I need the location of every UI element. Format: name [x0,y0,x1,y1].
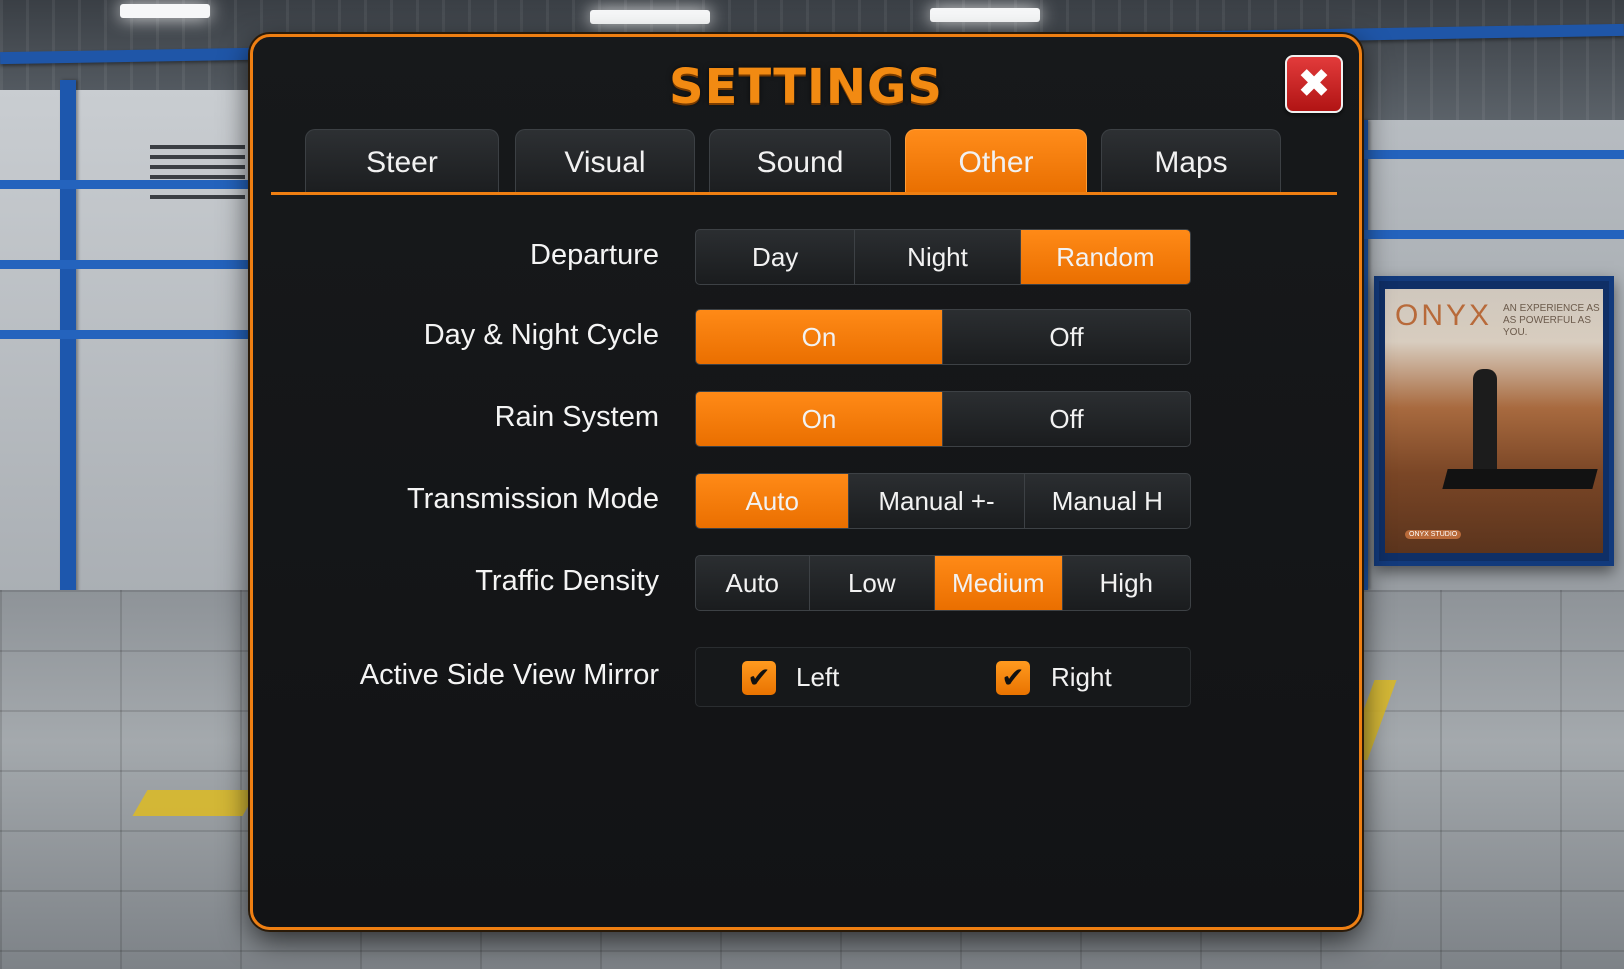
traffic-option-low[interactable]: Low [810,556,936,610]
mirror-left-label: Left [796,662,840,692]
day-night-cycle-off[interactable]: Off [943,310,1190,364]
wall-rail [1360,150,1624,159]
day-night-cycle-toggle: On Off [695,309,1191,365]
day-night-cycle-label: Day & Night Cycle [423,319,659,351]
tab-label: Steer [366,145,438,179]
departure-option-random[interactable]: Random [1020,230,1190,284]
poster-brand: ONYX [1395,299,1493,332]
transmission-mode-label: Transmission Mode [407,483,659,515]
mirror-right-checkbox[interactable]: ✔ [996,661,1030,695]
poster-tagline: AN EXPERIENCE AS AS POWERFUL AS YOU. [1503,303,1600,338]
tab-maps[interactable]: Maps [1101,129,1281,195]
traffic-option-auto[interactable]: Auto [696,556,810,610]
departure-option-night[interactable]: Night [855,230,1021,284]
wall-rail [0,260,260,269]
rain-system-on[interactable]: On [696,392,943,446]
tab-label: Visual [564,145,646,179]
tab-label: Other [958,145,1034,179]
ceiling-light [120,4,210,18]
onyx-poster: ONYX AN EXPERIENCE AS AS POWERFUL AS YOU… [1374,276,1614,566]
mirror-right-label: Right [1051,662,1112,692]
checkmark-icon: ✔ [747,661,771,694]
poster-image: ONYX AN EXPERIENCE AS AS POWERFUL AS YOU… [1385,289,1603,553]
steel-pillar [60,80,76,600]
tab-label: Sound [756,145,844,179]
close-icon: ✖ [1297,61,1331,107]
transmission-option-auto[interactable]: Auto [696,474,850,528]
ceiling-light [930,8,1040,22]
settings-tabs: Steer Visual Sound Other Maps [305,129,1333,195]
rain-system-toggle: On Off [695,391,1191,447]
settings-panel: SETTINGS ✖ Steer Visual Sound Other Maps… [250,34,1362,930]
tab-steer[interactable]: Steer [305,129,499,195]
day-night-cycle-on[interactable]: On [696,310,943,364]
poster-badge: ONYX STUDIO [1405,530,1462,539]
page-title: SETTINGS [669,59,943,115]
tab-visual[interactable]: Visual [515,129,695,195]
departure-option-day[interactable]: Day [696,230,856,284]
transmission-option-manual-sequential[interactable]: Manual +- [849,474,1025,528]
wall-rail [0,180,260,189]
ceiling-light [590,10,710,24]
transmission-mode-selector: Auto Manual +- Manual H [695,473,1191,529]
tab-label: Maps [1154,145,1228,179]
side-view-mirror-label: Active Side View Mirror [359,659,659,691]
wall-rail [0,330,260,339]
runner-figure [1473,369,1497,479]
transmission-option-manual-h[interactable]: Manual H [1025,474,1190,528]
tab-sound[interactable]: Sound [709,129,891,195]
checkmark-icon: ✔ [1001,661,1025,694]
side-view-mirror-options: ✔ Left ✔ Right [695,647,1191,707]
treadmill-figure [1442,469,1598,489]
departure-label: Departure [530,239,659,271]
traffic-density-selector: Auto Low Medium High [695,555,1191,611]
wall-rail [1360,230,1624,239]
traffic-option-high[interactable]: High [1063,556,1190,610]
rain-system-off[interactable]: Off [943,392,1190,446]
mirror-left-checkbox[interactable]: ✔ [742,661,776,695]
tab-other[interactable]: Other [905,129,1087,195]
departure-selector: Day Night Random [695,229,1191,285]
traffic-option-medium[interactable]: Medium [935,556,1063,610]
floor-marking [132,790,258,816]
close-button[interactable]: ✖ [1285,55,1343,113]
rain-system-label: Rain System [494,401,659,433]
traffic-density-label: Traffic Density [475,565,659,597]
tab-divider [271,192,1337,195]
wall-vent [150,145,245,200]
